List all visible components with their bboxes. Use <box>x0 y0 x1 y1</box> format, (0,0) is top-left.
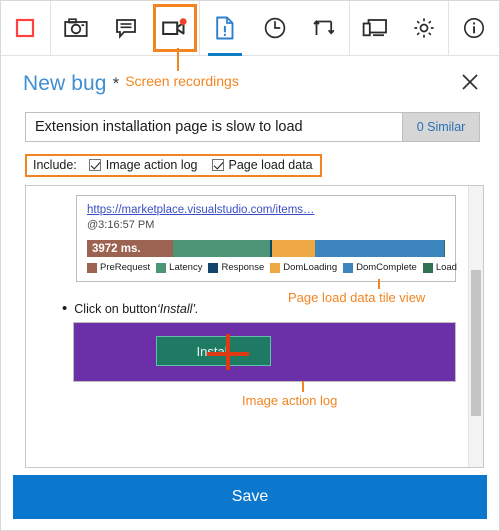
screenshot-install-button: Install <box>156 336 271 366</box>
page-load-url-link[interactable]: https://marketplace.visualstudio.com/ite… <box>87 203 445 217</box>
info-circle-icon <box>462 16 486 40</box>
toolbar <box>1 1 499 71</box>
click-marker-center <box>224 350 232 358</box>
timing-segment-domcomplete <box>315 240 444 257</box>
bug-report-button[interactable] <box>200 1 250 56</box>
clock-icon <box>263 16 287 40</box>
legend-item-domloading: DomLoading <box>270 262 337 273</box>
checkbox-check-icon[interactable] <box>211 159 224 171</box>
attachments-scroll-area: https://marketplace.visualstudio.com/ite… <box>26 186 468 467</box>
legend-item-prerequest: PreRequest <box>87 262 150 273</box>
gear-icon <box>412 16 436 40</box>
legend-swatch-latency <box>156 262 167 273</box>
legend-label-load: Load <box>435 262 457 273</box>
legend-item-latency: Latency <box>156 262 202 273</box>
page-load-timing-bar: 3972 ms. <box>87 240 445 257</box>
red-square-icon <box>14 17 36 39</box>
action-log-text: Click on button <box>74 302 157 316</box>
callout-line-image-action-log <box>302 381 304 392</box>
legend-item-response: Response <box>208 262 264 273</box>
action-screenshot-thumbnail[interactable]: Install <box>73 322 456 382</box>
bug-reporter-window: New bug * Screen recordings 0 Similar In… <box>0 0 500 531</box>
include-highlight-box: Include: Image action log Page load data <box>25 154 322 177</box>
loop-arrow-icon <box>312 16 336 40</box>
legend-label-prerequest: PreRequest <box>100 262 151 273</box>
checkbox-check-icon[interactable] <box>88 159 101 171</box>
close-icon <box>460 72 480 97</box>
settings-button[interactable] <box>399 1 450 55</box>
checkbox-image-action-log[interactable]: Image action log <box>88 158 198 172</box>
legend-item-load: Load <box>422 262 457 273</box>
history-button[interactable] <box>250 1 300 55</box>
dialog-footer: Save <box>1 468 499 530</box>
legend-label-latency: Latency <box>169 262 203 273</box>
repeat-button[interactable] <box>300 1 350 55</box>
timing-segment-load <box>443 240 445 257</box>
legend-item-domcomplete: DomComplete <box>343 262 417 273</box>
info-button[interactable] <box>449 1 499 55</box>
document-alert-icon <box>215 16 235 40</box>
annotation-screen-recordings: Screen recordings <box>125 73 239 89</box>
required-marker: * <box>112 74 120 93</box>
screen-recording-button[interactable] <box>150 1 201 55</box>
legend-swatch-domloading <box>270 262 281 273</box>
legend-swatch-domcomplete <box>343 262 354 273</box>
bug-title-row: 0 Similar <box>25 112 480 142</box>
legend-swatch-load <box>422 262 433 273</box>
action-log-target: ‘Install’. <box>156 302 199 316</box>
callout-line-page-load-data <box>378 279 380 289</box>
checkbox-page-load-data[interactable]: Page load data <box>211 158 313 172</box>
include-label: Include: <box>33 158 77 172</box>
legend-swatch-prerequest <box>87 262 97 273</box>
scrollbar-thumb[interactable] <box>471 270 481 417</box>
page-load-total-label: 3972 ms. <box>92 242 141 255</box>
legend-label-domcomplete: DomComplete <box>356 262 417 273</box>
comment-button[interactable] <box>101 1 151 55</box>
page-title: New bug <box>23 72 107 95</box>
timing-segment-prerequest: 3972 ms. <box>87 240 173 257</box>
bug-title-input[interactable] <box>26 113 402 141</box>
page-load-legend: PreRequest Latency Response DomLoading D… <box>87 262 457 273</box>
bullet-icon: • <box>62 300 68 317</box>
save-button[interactable]: Save <box>13 475 487 519</box>
dialog-header: New bug * Screen recordings <box>1 56 499 112</box>
page-load-data-tile[interactable]: https://marketplace.visualstudio.com/ite… <box>76 195 457 282</box>
legend-label-response: Response <box>221 262 265 273</box>
camera-icon <box>64 17 88 39</box>
annotation-image-action-log: Image action log <box>242 393 338 408</box>
legend-label-domloading: DomLoading <box>283 262 338 273</box>
checkbox-page-load-data-label: Page load data <box>228 158 313 172</box>
legend-swatch-response <box>208 262 219 273</box>
annotation-page-load-data-tile-view: Page load data tile view <box>288 290 426 305</box>
video-camera-record-icon <box>162 18 188 38</box>
stop-record-button[interactable] <box>1 1 51 55</box>
device-button[interactable] <box>350 1 400 55</box>
page-load-timestamp: @3:16:57 PM <box>87 219 155 231</box>
similar-bugs-button[interactable]: 0 Similar <box>402 113 479 141</box>
timing-segment-latency <box>172 240 270 257</box>
timing-segment-domloading <box>272 240 316 257</box>
include-row: Include: Image action log Page load data <box>25 154 499 177</box>
devices-icon <box>362 17 388 39</box>
screenshot-button[interactable] <box>51 1 101 55</box>
close-button[interactable] <box>457 71 483 97</box>
checkbox-image-action-log-label: Image action log <box>105 158 198 172</box>
attachments-panel: https://marketplace.visualstudio.com/ite… <box>25 185 484 468</box>
attachments-scrollbar[interactable] <box>468 186 483 467</box>
comment-icon <box>115 17 137 39</box>
